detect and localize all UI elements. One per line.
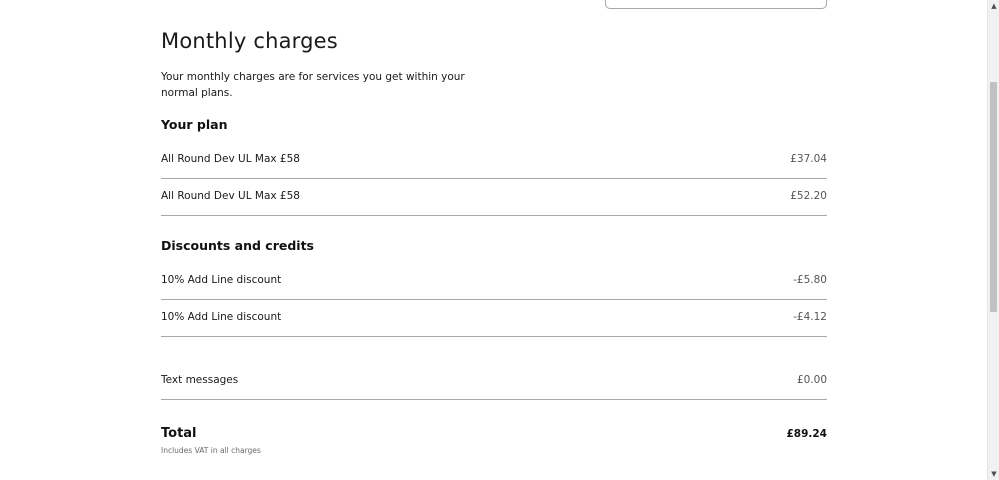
discount-row: 10% Add Line discount -£4.12 bbox=[161, 300, 827, 337]
plan-row: All Round Dev UL Max £58 £52.20 bbox=[161, 179, 827, 216]
discount-row-label: 10% Add Line discount bbox=[161, 274, 282, 286]
vat-note: Includes VAT in all charges bbox=[161, 446, 261, 455]
text-messages-label: Text messages bbox=[161, 374, 239, 386]
total-amount: £89.24 bbox=[786, 428, 827, 440]
scrollbar-thumb[interactable] bbox=[990, 82, 997, 312]
plan-row-amount: £37.04 bbox=[790, 153, 827, 165]
discount-row-label: 10% Add Line discount bbox=[161, 311, 282, 323]
top-dropdown-box[interactable] bbox=[605, 0, 827, 9]
plan-row-label: All Round Dev UL Max £58 bbox=[161, 153, 300, 165]
discount-row: 10% Add Line discount -£5.80 bbox=[161, 263, 827, 300]
discount-row-amount: -£5.80 bbox=[793, 274, 827, 286]
text-messages-amount: £0.00 bbox=[796, 374, 827, 386]
vertical-scrollbar[interactable]: ▲ ▼ bbox=[987, 0, 999, 480]
discount-row-amount: -£4.12 bbox=[793, 311, 827, 323]
page-viewport: Monthly charges Your monthly charges are… bbox=[0, 0, 999, 480]
page-intro: Your monthly charges are for services yo… bbox=[161, 71, 465, 99]
triangle-up-icon[interactable]: ▲ bbox=[988, 0, 999, 12]
discounts-heading: Discounts and credits bbox=[161, 238, 314, 253]
plan-row: All Round Dev UL Max £58 £37.04 bbox=[161, 142, 827, 179]
plan-row-label: All Round Dev UL Max £58 bbox=[161, 190, 300, 202]
triangle-down-icon[interactable]: ▼ bbox=[988, 468, 999, 480]
plan-row-amount: £52.20 bbox=[790, 190, 827, 202]
page-title: Monthly charges bbox=[161, 29, 338, 53]
your-plan-heading: Your plan bbox=[161, 117, 228, 132]
text-messages-row: Text messages £0.00 bbox=[161, 363, 827, 400]
total-label: Total bbox=[161, 426, 197, 441]
